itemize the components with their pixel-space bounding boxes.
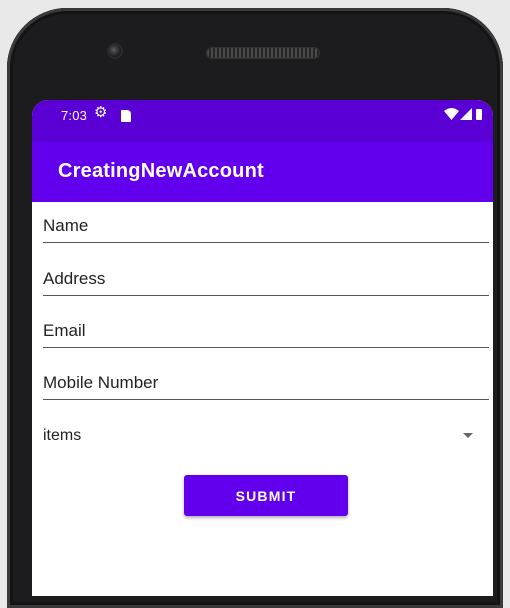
battery-icon (476, 109, 482, 120)
signal-icon (460, 108, 472, 120)
email-field-hint: Email (43, 321, 86, 340)
name-field-hint: Name (43, 216, 89, 235)
device-screen: 7:03 ⚙ CreatingNewAccount Name Address E… (32, 100, 493, 596)
dropdown-arrow-icon[interactable] (463, 433, 473, 438)
address-field-hint: Address (43, 269, 106, 288)
gear-icon: ⚙ (94, 104, 108, 121)
phone-frame: 7:03 ⚙ CreatingNewAccount Name Address E… (7, 8, 503, 608)
address-field[interactable]: Address (43, 259, 489, 296)
app-bar: CreatingNewAccount (32, 142, 493, 202)
status-bar: 7:03 ⚙ (32, 100, 493, 142)
spinner-selected-value: items (43, 427, 82, 444)
items-spinner[interactable]: items (43, 420, 473, 450)
name-field[interactable]: Name (43, 206, 489, 243)
earpiece-speaker (207, 48, 319, 58)
status-time: 7:03 (61, 108, 88, 123)
submit-button[interactable]: SUBMIT (184, 475, 348, 516)
mobile-number-field[interactable]: Mobile Number (43, 363, 489, 400)
sd-card-icon (121, 110, 131, 122)
app-title: CreatingNewAccount (58, 160, 264, 182)
email-field[interactable]: Email (43, 311, 489, 348)
front-camera (109, 45, 121, 57)
wifi-icon (444, 108, 459, 120)
mobile-number-field-hint: Mobile Number (43, 373, 159, 392)
